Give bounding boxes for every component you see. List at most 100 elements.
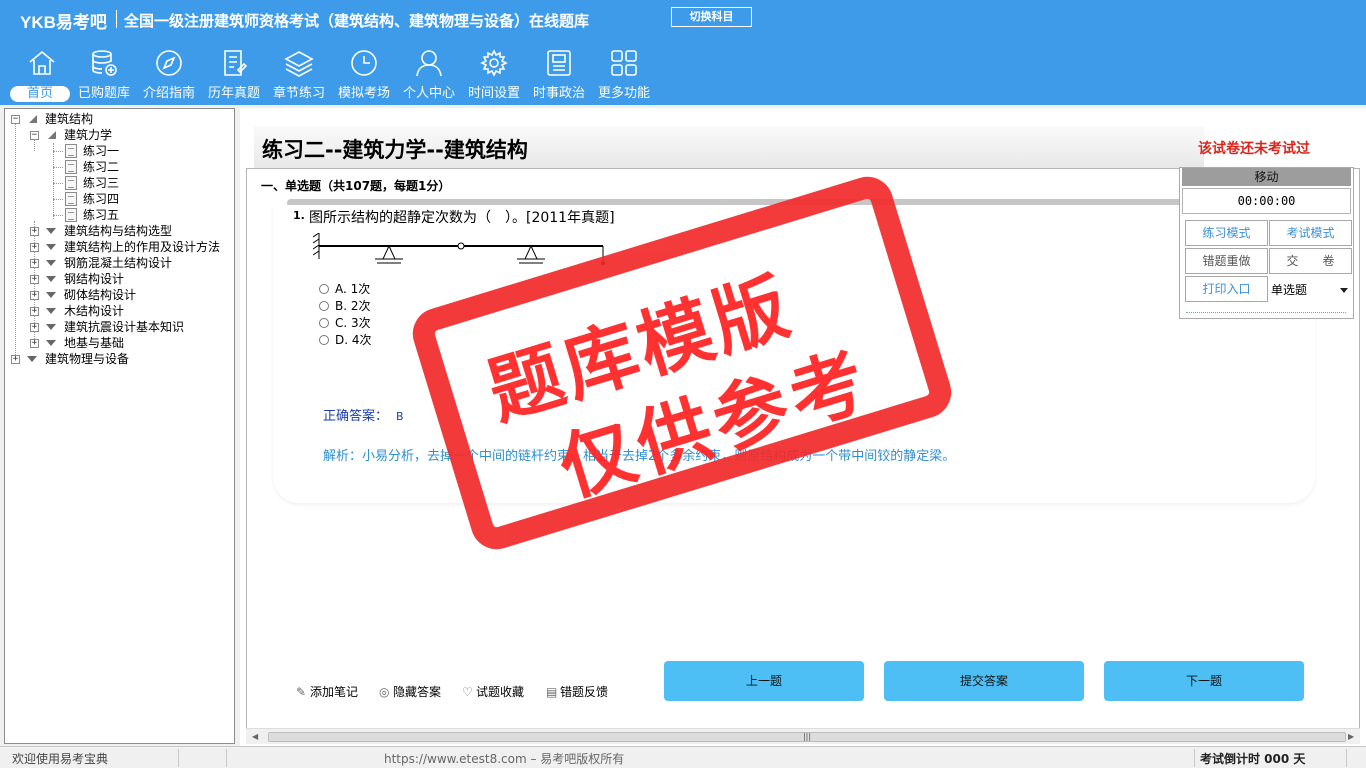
scrollbar-thumb[interactable]: ||| xyxy=(268,732,1346,742)
tree-node-seismic-basics[interactable]: + 建筑抗震设计基本知识 xyxy=(30,319,230,335)
title-row: YKB易考吧 全国一级注册建筑师资格考试（建筑结构、建筑物理与设备）在线题库 切… xyxy=(0,0,1366,36)
heart-icon: ♡ xyxy=(462,685,473,699)
expand-toggle-icon[interactable]: + xyxy=(30,323,39,332)
header-bar: YKB易考吧 全国一级注册建筑师资格考试（建筑结构、建筑物理与设备）在线题库 切… xyxy=(0,0,1366,105)
expand-toggle-icon[interactable]: + xyxy=(30,227,39,236)
tree-label: 建筑力学 xyxy=(64,128,113,142)
nav-personal-center[interactable]: 个人中心 xyxy=(395,46,463,104)
nav-purchased[interactable]: 已购题库 xyxy=(70,46,138,104)
tree-label: 地基与基础 xyxy=(64,336,125,350)
nav-label: 介绍指南 xyxy=(142,86,195,101)
add-note-button[interactable]: ✎ 添加笔记 xyxy=(296,683,358,700)
nav-home[interactable]: 首页 xyxy=(8,46,76,104)
practice-mode-button[interactable]: 练习模式 xyxy=(1185,220,1268,246)
structure-diagram xyxy=(313,233,605,265)
nav-chapter-practice[interactable]: 章节练习 xyxy=(265,46,333,104)
expand-toggle-icon[interactable]: + xyxy=(11,355,20,364)
document-list-icon xyxy=(224,50,248,76)
expand-toggle-icon[interactable]: + xyxy=(30,275,39,284)
hide-answer-button[interactable]: ◎ 隐藏答案 xyxy=(379,683,441,700)
tree-node-concrete-design[interactable]: + 钢筋混凝土结构设计 xyxy=(30,255,230,271)
folder-open-icon xyxy=(29,115,37,123)
prev-question-button[interactable]: 上一题 xyxy=(664,661,864,701)
option-d[interactable]: D. 4次 xyxy=(319,332,372,348)
pencil-icon: ✎ xyxy=(296,685,307,699)
horizontal-scrollbar[interactable]: ◀ ||| ▶ xyxy=(246,728,1360,744)
scroll-left-icon[interactable]: ◀ xyxy=(252,732,258,741)
title-divider xyxy=(116,10,117,28)
tree-node-timber-design[interactable]: + 木结构设计 xyxy=(30,303,230,319)
tree-label: 钢结构设计 xyxy=(64,272,125,286)
hand-in-button[interactable]: 交 卷 xyxy=(1269,248,1352,274)
nav-time-settings[interactable]: 时间设置 xyxy=(460,46,528,104)
submit-answer-button[interactable]: 提交答案 xyxy=(884,661,1084,701)
redo-wrong-button[interactable]: 错题重做 xyxy=(1185,248,1268,274)
exam-mode-button[interactable]: 考试模式 xyxy=(1269,220,1352,246)
expand-toggle-icon[interactable]: + xyxy=(30,339,39,348)
radio-icon[interactable] xyxy=(319,318,329,328)
tree-leaf-exercise-4[interactable]: 练习四 xyxy=(53,191,173,207)
tree-node-actions-design[interactable]: + 建筑结构上的作用及设计方法 xyxy=(30,239,230,255)
tree-leaf-exercise-1[interactable]: 练习一 xyxy=(53,143,173,159)
switch-subject-button[interactable]: 切换科目 xyxy=(671,7,752,27)
tree-node-structure-selection[interactable]: + 建筑结构与结构选型 xyxy=(30,223,230,239)
radio-icon[interactable] xyxy=(319,301,329,311)
tree-label: 练习四 xyxy=(83,192,120,206)
collapse-toggle-icon[interactable]: − xyxy=(30,131,39,140)
tree-node-masonry-design[interactable]: + 砌体结构设计 xyxy=(30,287,230,303)
tree-node-root-physics[interactable]: + 建筑物理与设备 xyxy=(11,351,211,367)
question-type-select[interactable]: 单选题 xyxy=(1269,277,1352,303)
scroll-right-icon[interactable]: ▶ xyxy=(1348,732,1354,741)
collapse-toggle-icon[interactable]: − xyxy=(11,115,20,124)
nav-mock-exam[interactable]: 模拟考场 xyxy=(330,46,398,104)
tree-node-root-structure[interactable]: − 建筑结构 xyxy=(11,111,211,127)
panel-drag-handle[interactable]: 移动 xyxy=(1182,168,1351,186)
news-icon xyxy=(547,50,571,76)
tree-leaf-exercise-3[interactable]: 练习三 xyxy=(53,175,173,191)
tree-leaf-exercise-2[interactable]: 练习二 xyxy=(53,159,173,175)
nav-label: 个人中心 xyxy=(402,86,455,101)
option-a[interactable]: A. 1次 xyxy=(319,281,370,297)
favorite-question-button[interactable]: ♡ 试题收藏 xyxy=(462,683,524,700)
tree-label: 练习五 xyxy=(83,208,120,222)
tree-label: 建筑物理与设备 xyxy=(45,352,130,366)
tree-node-steel-design[interactable]: + 钢结构设计 xyxy=(30,271,230,287)
compass-icon xyxy=(156,50,182,76)
nav-past-papers[interactable]: 历年真题 xyxy=(200,46,268,104)
user-icon xyxy=(416,50,442,77)
document-icon xyxy=(65,176,77,190)
nav-more-functions[interactable]: 更多功能 xyxy=(590,46,658,104)
document-icon xyxy=(65,192,77,206)
clock-icon xyxy=(351,50,377,76)
tree-node-mechanics[interactable]: − 建筑力学 xyxy=(30,127,220,143)
nav-guide[interactable]: 介绍指南 xyxy=(135,46,203,104)
exam-control-panel: 移动 00:00:00 练习模式 考试模式 错题重做 交 卷 打印入口 单选题 xyxy=(1179,167,1354,319)
grid-icon xyxy=(611,50,637,76)
tree-node-foundations[interactable]: + 地基与基础 xyxy=(30,335,230,351)
radio-icon[interactable] xyxy=(319,284,329,294)
expand-toggle-icon[interactable]: + xyxy=(30,243,39,252)
option-c[interactable]: C. 3次 xyxy=(319,315,371,331)
folder-closed-icon xyxy=(46,292,56,298)
tree-label: 建筑抗震设计基本知识 xyxy=(64,320,185,334)
nav-label: 时事政治 xyxy=(532,86,585,101)
nav-current-affairs[interactable]: 时事政治 xyxy=(525,46,593,104)
document-location-icon xyxy=(65,160,77,174)
copyright-url: https://www.etest8.com – 易考吧版权所有 xyxy=(384,752,625,766)
folder-closed-icon xyxy=(27,356,37,362)
nav-label: 首页 xyxy=(10,86,70,102)
welcome-text: 欢迎使用易考宝典 xyxy=(12,752,109,766)
tree-leaf-exercise-5[interactable]: 练习五 xyxy=(53,207,173,223)
expand-toggle-icon[interactable]: + xyxy=(30,291,39,300)
print-entry-button[interactable]: 打印入口 xyxy=(1185,276,1268,302)
report-error-button[interactable]: ▤ 错题反馈 xyxy=(546,683,608,700)
chapter-tree: − 建筑结构 − 建筑力学 练习一 练习二 练习三 练习四 练习五 + 建筑结构… xyxy=(4,108,235,744)
radio-icon[interactable] xyxy=(319,335,329,345)
expand-toggle-icon[interactable]: + xyxy=(30,307,39,316)
expand-toggle-icon[interactable]: + xyxy=(30,259,39,268)
next-question-button[interactable]: 下一题 xyxy=(1104,661,1304,701)
gear-icon xyxy=(480,49,508,77)
option-b[interactable]: B. 2次 xyxy=(319,298,371,314)
folder-closed-icon xyxy=(46,308,56,314)
tree-label: 建筑结构 xyxy=(45,112,94,126)
